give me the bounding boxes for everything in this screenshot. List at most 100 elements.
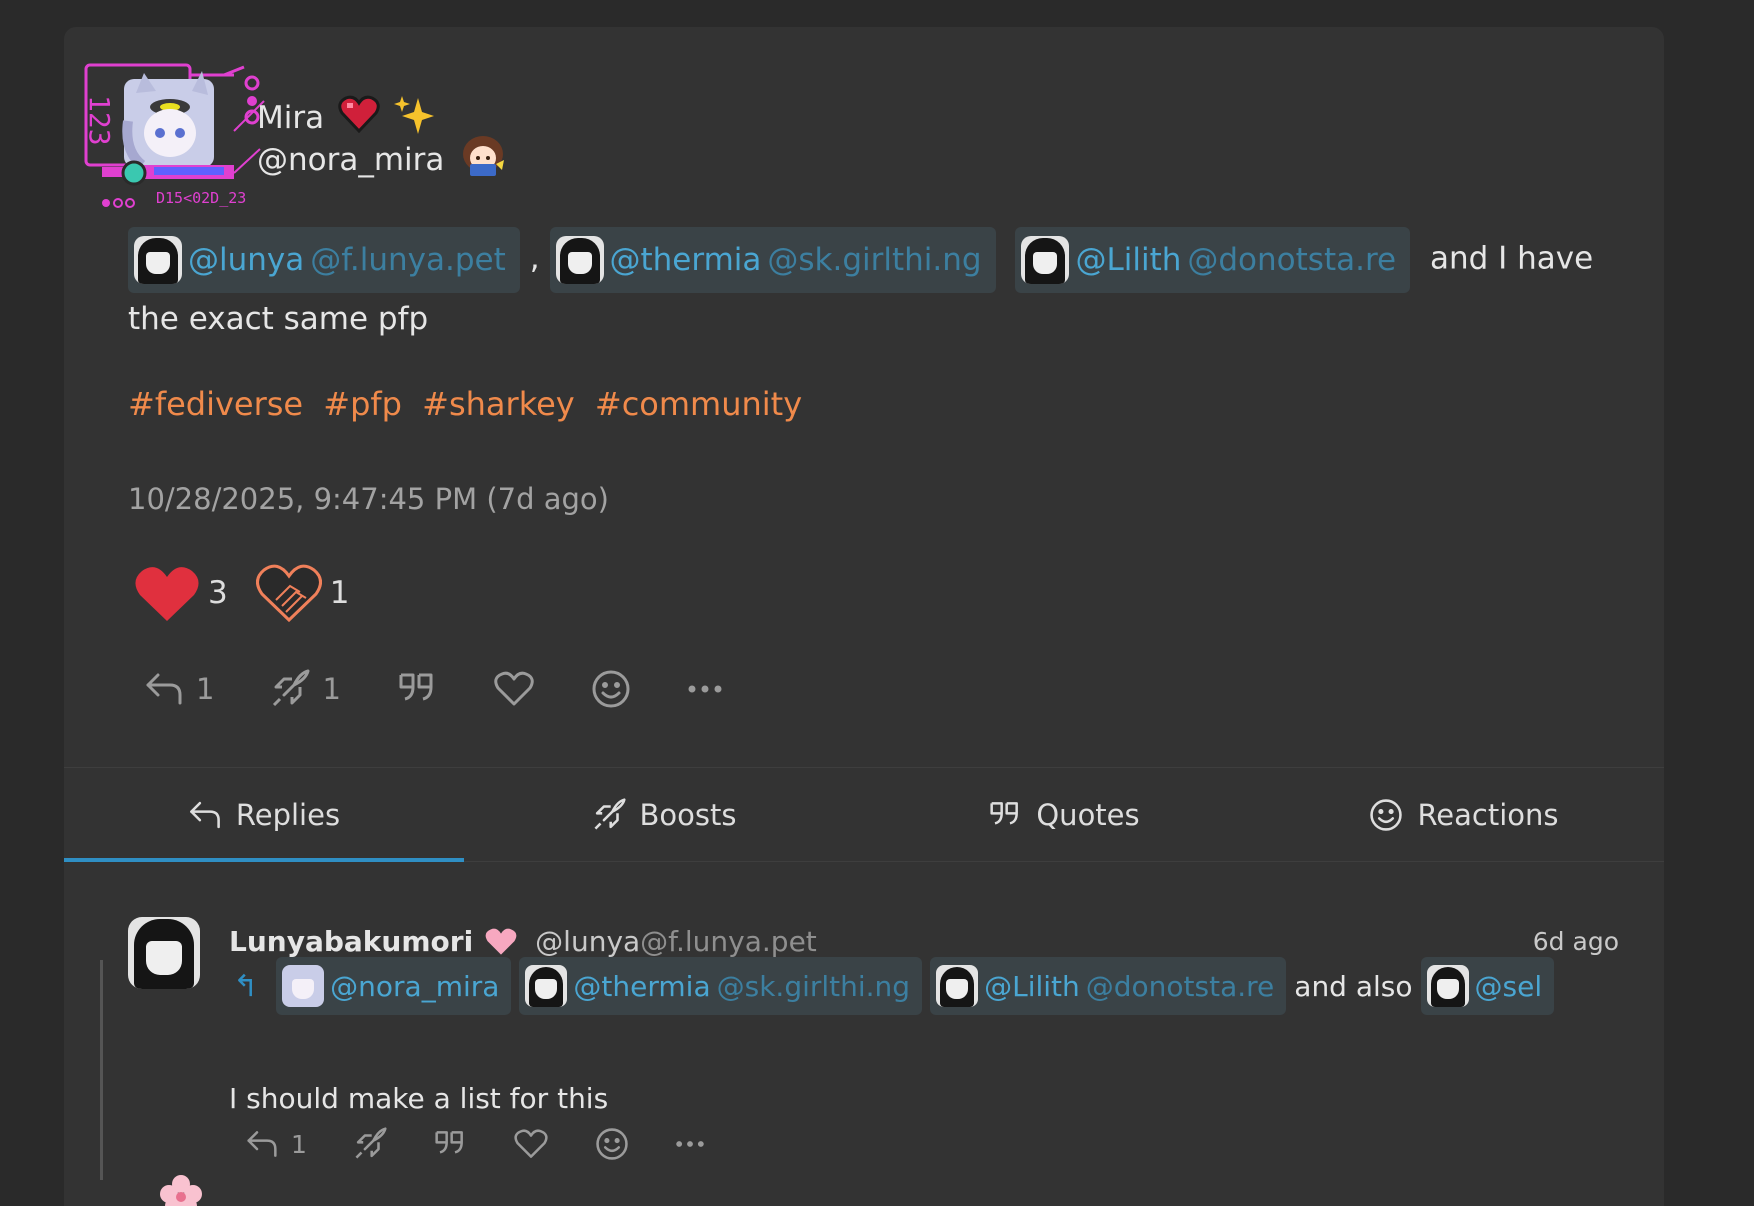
quote-button[interactable]	[433, 1122, 467, 1166]
reply-count: 1	[291, 1129, 307, 1159]
quote-button[interactable]	[397, 667, 437, 711]
post-actions: 1 1	[144, 667, 779, 711]
react-button[interactable]	[595, 1122, 629, 1166]
reply-author-handle[interactable]: @lunya@f.lunya.pet	[535, 925, 817, 958]
reply-header: Lunyabakumori @lunya@f.lunya.pet 6d ago	[229, 925, 1619, 958]
reply-actions: 1	[245, 1122, 751, 1166]
reply-author-name[interactable]: Lunyabakumori	[229, 925, 473, 958]
mention-user: @thermia	[573, 969, 711, 1003]
heart-icon	[514, 1129, 548, 1158]
author-info: Mira @nora_mira	[257, 94, 508, 181]
mention-avatar	[1426, 965, 1469, 1007]
reply-avatar[interactable]	[128, 917, 200, 989]
reply-button[interactable]: 1	[144, 667, 214, 711]
mention-user: @sel	[1474, 969, 1543, 1003]
more-dots-icon	[676, 1141, 704, 1147]
tab-label: Quotes	[1036, 797, 1140, 832]
more-dots-icon	[688, 685, 722, 693]
post-timestamp[interactable]: 10/28/2025, 9:47:45 PM (7d ago)	[128, 482, 609, 516]
thread-line	[100, 960, 103, 1180]
mention-sel[interactable]: @sel	[1420, 957, 1555, 1015]
mention-user: @thermia	[609, 241, 762, 278]
mention-lunya[interactable]: @lunya @f.lunya.pet	[128, 227, 520, 293]
hashtag-list: #fediverse #pfp #sharkey #community	[128, 378, 1618, 431]
mention-host: @sk.girlthi.ng	[716, 969, 911, 1003]
mention-host: @donotsta.re	[1085, 969, 1275, 1003]
sakura-blossom-icon	[160, 1175, 202, 1206]
author-handle[interactable]: @nora_mira	[257, 142, 444, 178]
and-also-text: and also	[1294, 969, 1413, 1003]
reaction-outline-heart[interactable]: 1	[255, 562, 349, 624]
smiley-icon	[596, 1128, 628, 1160]
smiley-icon	[592, 670, 630, 708]
tab-label: Boosts	[639, 797, 737, 832]
mention-avatar	[134, 236, 182, 284]
react-button[interactable]	[591, 667, 631, 711]
handle-user: @lunya	[535, 925, 641, 958]
author-name[interactable]: Mira	[257, 100, 324, 136]
mention-host: @f.lunya.pet	[310, 241, 506, 278]
hashtag-link[interactable]: #fediverse	[128, 385, 303, 423]
mention-thermia[interactable]: @thermia @sk.girlthi.ng	[519, 957, 923, 1015]
reply-button[interactable]: 1	[245, 1122, 307, 1166]
hashtag-link[interactable]: #community	[595, 385, 802, 423]
favorite-button[interactable]	[513, 1122, 549, 1166]
mention-lilith[interactable]: @Lilith @donotsta.re	[1015, 227, 1411, 293]
more-button[interactable]	[675, 1122, 705, 1166]
tab-boosts[interactable]: Boosts	[464, 768, 864, 861]
pink-heart-icon	[485, 928, 517, 955]
reply-time[interactable]: 6d ago	[1533, 927, 1619, 956]
rocket-icon	[355, 1127, 387, 1159]
mention-user: @lunya	[188, 241, 305, 278]
hashtag-link[interactable]: #pfp	[323, 385, 402, 423]
avatar-frame-side-text: 123	[84, 95, 116, 146]
author-avatar[interactable]: 123 D15<02D_23	[83, 61, 284, 213]
reply-to-arrow-icon: ↰	[233, 968, 259, 1004]
mention-avatar	[282, 965, 325, 1007]
quote-icon	[435, 1131, 463, 1154]
mention-avatar	[1021, 236, 1070, 284]
author-handle-row[interactable]: @nora_mira	[257, 136, 508, 181]
mention-avatar	[525, 965, 568, 1007]
reaction-list: 3 1	[134, 562, 349, 624]
mention-avatar	[555, 236, 604, 284]
quote-icon	[399, 673, 433, 701]
mention-thermia[interactable]: @thermia @sk.girlthi.ng	[549, 227, 996, 293]
reply-icon	[247, 1131, 277, 1157]
tab-quotes[interactable]: Quotes	[864, 768, 1264, 861]
mention-avatar	[936, 965, 979, 1007]
red-heart-icon	[135, 567, 199, 621]
anime-girl-emoji-icon	[458, 134, 508, 186]
tab-reactions[interactable]: Reactions	[1264, 768, 1664, 861]
handle-host: @f.lunya.pet	[640, 925, 817, 958]
pixel-heart-icon	[338, 95, 380, 141]
sparkles-icon	[394, 94, 435, 142]
mention-lilith[interactable]: @Lilith @donotsta.re	[930, 957, 1287, 1015]
reaction-red-heart[interactable]: 3	[134, 563, 228, 623]
outline-heart-icon	[255, 564, 322, 623]
mention-user: @Lilith	[984, 969, 1080, 1003]
mention-separator: ,	[529, 240, 540, 277]
mention-user: @Lilith	[1075, 241, 1182, 278]
boost-button[interactable]	[353, 1122, 387, 1166]
more-button[interactable]	[687, 667, 723, 711]
rocket-icon	[594, 797, 626, 830]
quote-icon	[990, 801, 1019, 825]
reply-mentions: ↰ @nora_mira @thermia @sk.girlthi.ng @Lil…	[229, 957, 1562, 1015]
hashtag-link[interactable]: #sharkey	[422, 385, 575, 423]
tab-label: Replies	[235, 797, 341, 832]
avatar-frame-text: D15<02D_23	[156, 189, 246, 207]
mention-nora-mira[interactable]: @nora_mira	[276, 957, 512, 1015]
favorite-button[interactable]	[493, 667, 535, 711]
avatar-decoration-icon: 123 D15<02D_23	[83, 63, 265, 208]
boost-count: 1	[322, 672, 341, 706]
reply-text: I should make a list for this	[229, 1082, 609, 1115]
reply-icon	[190, 801, 220, 828]
author-name-row[interactable]: Mira	[257, 94, 508, 142]
reply-count: 1	[196, 672, 215, 706]
boost-button[interactable]: 1	[270, 667, 341, 711]
heart-icon	[494, 671, 534, 706]
tab-replies[interactable]: Replies	[64, 768, 464, 862]
reaction-count: 3	[208, 575, 228, 611]
mention-user: @nora_mira	[330, 969, 500, 1003]
